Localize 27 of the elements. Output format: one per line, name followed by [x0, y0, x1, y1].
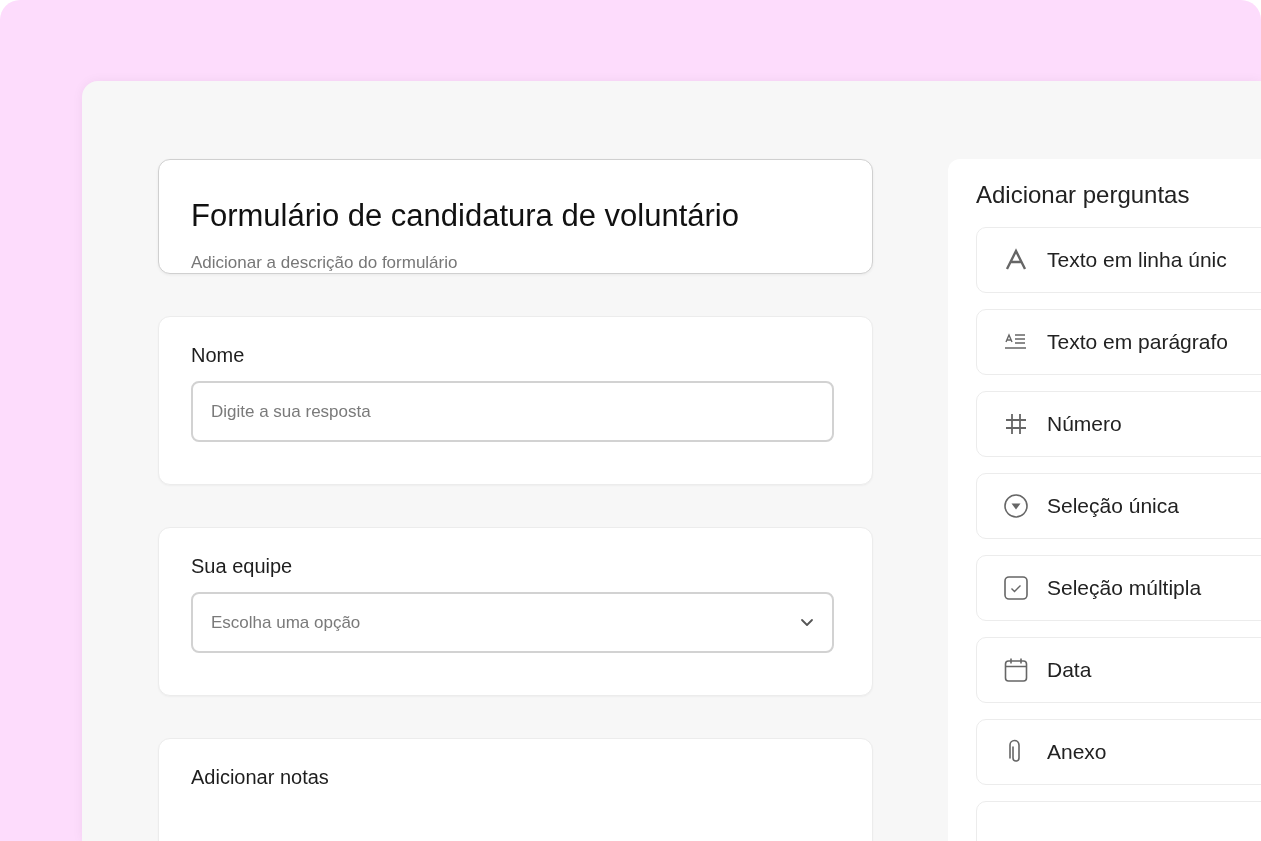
panel-heading: Adicionar perguntas [976, 180, 1191, 210]
hash-icon [1003, 411, 1029, 437]
question-type-label: Número [1047, 412, 1122, 436]
question-label: Sua equipe [191, 554, 294, 579]
option-dropdown[interactable]: Escolha uma opção [191, 592, 834, 653]
question-label: Adicionar notas [191, 765, 330, 790]
question-type-label: Texto em parágrafo [1047, 330, 1228, 354]
question-type-item[interactable]: Anexo [976, 719, 1261, 785]
circle-caret-icon [1003, 493, 1029, 519]
answer-field[interactable]: Digite a sua resposta [191, 381, 834, 442]
question-type-item[interactable]: Seleção múltipla [976, 555, 1261, 621]
question-type-label: Seleção única [1047, 494, 1179, 518]
question-type-label: Data [1047, 658, 1092, 682]
question-type-item[interactable]: Seleção única [976, 473, 1261, 539]
checkbox-icon [1003, 575, 1029, 601]
question-type-label: Seleção múltipla [1047, 576, 1202, 600]
question-type-label: Anexo [1047, 740, 1107, 764]
form-description[interactable]: Adicionar a descrição do formulário [191, 253, 840, 273]
question-type-label: Texto em linha únic [1047, 248, 1227, 272]
calendar-icon [1003, 657, 1029, 683]
question-type-item[interactable]: Texto em linha únic [976, 227, 1261, 293]
question-type-item[interactable]: Texto em parágrafo [976, 309, 1261, 375]
question-type-item[interactable]: Número [976, 391, 1261, 457]
question-type-item[interactable]: Data [976, 637, 1261, 703]
form-title[interactable]: Formulário de candidatura de voluntário [191, 196, 840, 236]
question-label: Nome [191, 343, 246, 368]
chevron-down-icon [800, 618, 814, 627]
